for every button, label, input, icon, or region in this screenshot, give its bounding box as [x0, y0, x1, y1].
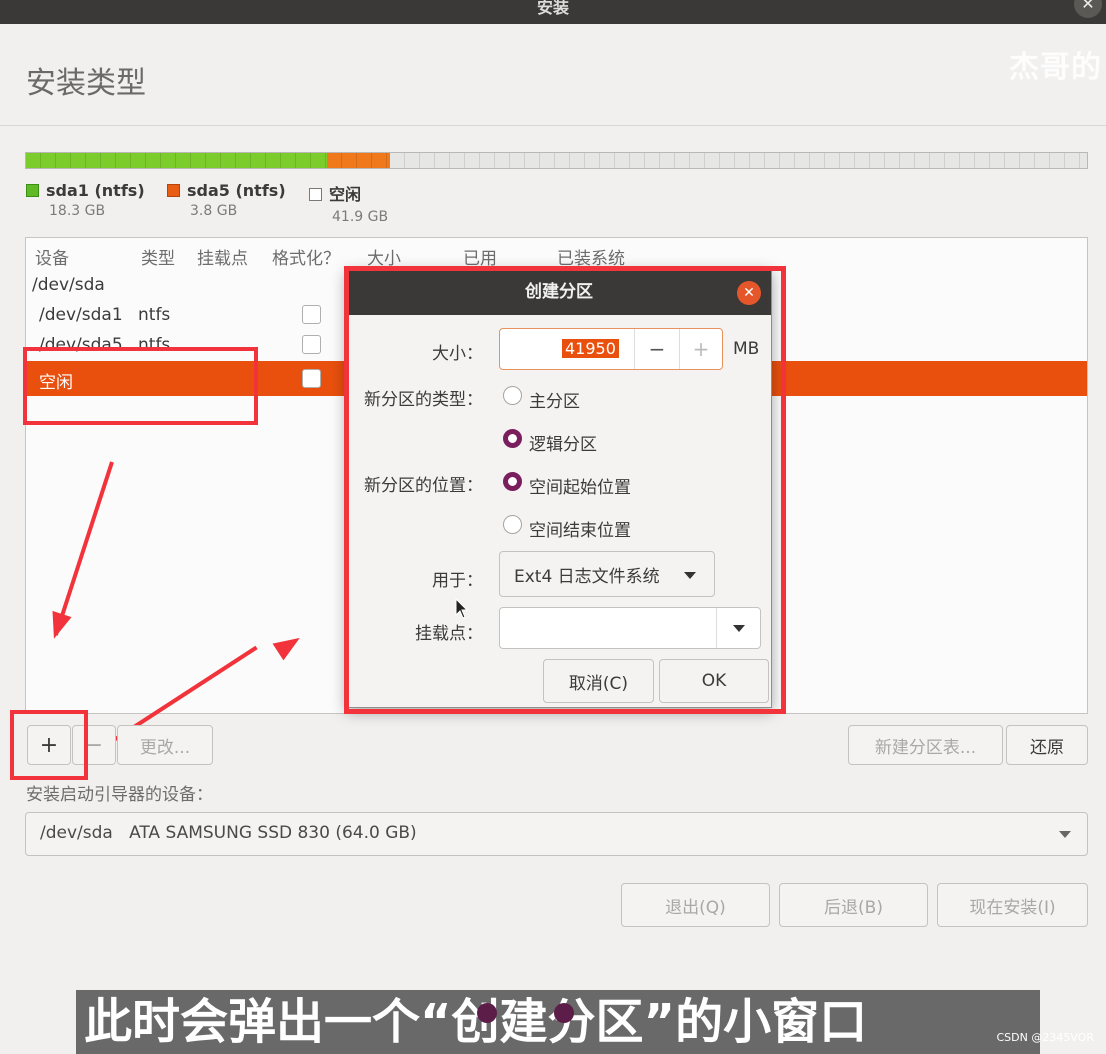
format-checkbox[interactable] [302, 305, 321, 324]
table-row-device[interactable]: /dev/sda [32, 275, 105, 295]
column-header-device[interactable]: 设备 [35, 244, 69, 269]
legend-swatch-free [309, 188, 322, 201]
change-partition-button[interactable]: 更改... [117, 725, 213, 765]
mouse-cursor-icon [455, 598, 469, 619]
legend-size: 18.3 GB [49, 203, 106, 219]
legend-item-sda1: sda1 (ntfs) 18.3 GB [26, 181, 145, 219]
quit-button[interactable]: 退出(Q) [621, 883, 770, 927]
new-partition-table-button[interactable]: 新建分区表... [848, 725, 1003, 765]
install-now-button[interactable]: 现在安装(I) [937, 883, 1088, 927]
legend-size: 3.8 GB [190, 203, 238, 219]
partition-usage-bar [25, 152, 1088, 169]
usage-segment-sda1 [26, 153, 328, 168]
bootloader-device-value: /dev/sda ATA SAMSUNG SSD 830 (64.0 GB) [40, 823, 417, 843]
table-row-device[interactable]: /dev/sda1 [39, 305, 123, 325]
credit-text: CSDN @2345VOR [996, 1031, 1095, 1044]
dot-icon [477, 1003, 497, 1023]
legend-label: sda5 (ntfs) [187, 181, 286, 200]
installer-window: 安装 ✕ 安装类型 杰哥的 sda1 (ntfs) 18.3 GB sda5 (… [0, 0, 1106, 1054]
legend-swatch-sda5 [167, 184, 180, 197]
window-titlebar: 安装 ✕ [0, 0, 1106, 24]
legend-label: 空闲 [329, 185, 362, 204]
legend-item-sda5: sda5 (ntfs) 3.8 GB [167, 181, 286, 219]
revert-button[interactable]: 还原 [1006, 725, 1088, 765]
highlight-dialog [344, 266, 786, 714]
format-checkbox[interactable] [302, 369, 321, 388]
chevron-down-icon [1059, 831, 1071, 838]
dot-icon [554, 1003, 574, 1023]
bootloader-device-label: 安装启动引导器的设备： [26, 785, 213, 805]
legend-size: 41.9 GB [332, 209, 389, 225]
back-button[interactable]: 后退(B) [779, 883, 928, 927]
watermark: 杰哥的 [1009, 50, 1102, 85]
legend-swatch-sda1 [26, 184, 39, 197]
column-header-format[interactable]: 格式化？ [272, 244, 340, 269]
column-header-type[interactable]: 类型 [141, 244, 175, 269]
legend-item-free: 空闲 41.9 GB [309, 181, 388, 225]
column-header-mount[interactable]: 挂载点 [197, 244, 248, 269]
usage-segment-free [389, 153, 1087, 168]
format-checkbox[interactable] [302, 335, 321, 354]
bootloader-device-select[interactable]: /dev/sda ATA SAMSUNG SSD 830 (64.0 GB) [25, 812, 1088, 856]
legend-label: sda1 (ntfs) [46, 181, 145, 200]
highlight-add-button [10, 710, 88, 780]
table-row-type: ntfs [138, 305, 171, 325]
video-caption: 此时会弹出一个“创建分区”的小窗口 [76, 990, 1040, 1054]
window-title: 安装 [536, 0, 569, 17]
usage-segment-sda5 [327, 153, 390, 168]
page-title: 安装类型 [26, 66, 146, 101]
highlight-free-row [23, 347, 258, 425]
divider [0, 125, 1106, 126]
